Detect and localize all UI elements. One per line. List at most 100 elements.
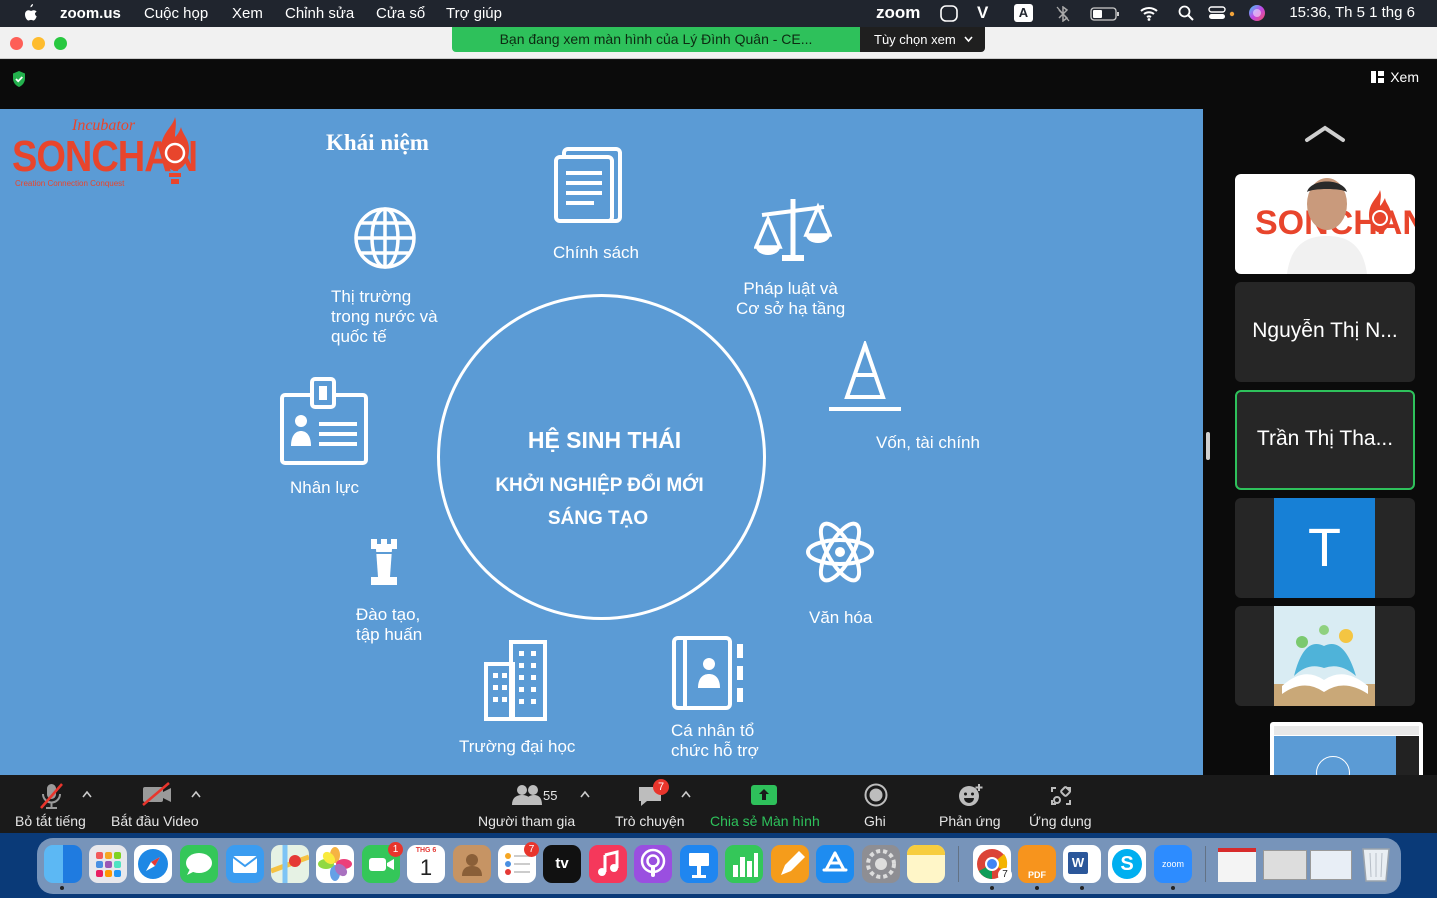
node-policy-label: Chính sách	[553, 243, 639, 262]
start-video-label: Bắt đầu Video	[111, 813, 199, 829]
share-screen-button[interactable]: Chia sẻ Màn hình	[706, 775, 822, 833]
word-icon[interactable]: W	[1063, 845, 1101, 883]
messages-icon[interactable]	[180, 845, 218, 883]
encryption-shield-icon[interactable]	[11, 70, 27, 88]
recent-window-thumbnail[interactable]	[1263, 850, 1307, 880]
calendar-day: 1	[419, 855, 433, 880]
numbers-icon[interactable]	[725, 845, 763, 883]
notes-icon[interactable]	[907, 845, 945, 883]
calendar-icon[interactable]: THG 6 1	[407, 845, 445, 883]
finder-icon[interactable]	[44, 845, 82, 883]
window-zoom-button[interactable]	[54, 37, 67, 50]
reaction-smiley-icon	[959, 784, 983, 806]
chat-unread-badge: 7	[653, 779, 669, 795]
view-button[interactable]: Xem	[1371, 69, 1419, 85]
pdf-app-icon[interactable]: PDF	[1018, 845, 1056, 883]
photos-icon[interactable]	[316, 845, 354, 883]
menu-clock[interactable]: 15:36, Th 5 1 thg 6	[1289, 4, 1415, 21]
start-video-button[interactable]: Bắt đầu Video	[108, 775, 208, 833]
apple-tv-icon[interactable]: tv	[543, 845, 581, 883]
pdf-running-dot	[1035, 886, 1039, 890]
maps-icon[interactable]	[270, 845, 310, 883]
window-minimize-button[interactable]	[32, 37, 45, 50]
node-culture-label: Văn hóa	[809, 608, 873, 627]
safari-icon[interactable]	[134, 845, 172, 883]
recent-window-thumbnail-2[interactable]	[1310, 850, 1352, 880]
trash-icon[interactable]	[1360, 843, 1392, 883]
app-store-icon[interactable]	[816, 845, 854, 883]
zoom-dock-icon[interactable]: zoom	[1154, 845, 1192, 883]
music-icon[interactable]	[589, 845, 627, 883]
menu-help[interactable]: Trợ giúp	[446, 5, 502, 22]
id-badge-icon	[280, 377, 368, 465]
facetime-badge: 1	[388, 842, 403, 857]
mail-icon[interactable]	[226, 845, 264, 883]
shared-slide[interactable]: Incubator SONCHAN Creation Connection Co…	[0, 109, 1203, 775]
meeting-toolbar: Bỏ tắt tiếng Bắt đầu Video 55 Người tham…	[0, 775, 1437, 833]
participant-name: Nguyễn Thị N...	[1252, 319, 1398, 342]
reactions-button[interactable]: Phản ứng	[936, 775, 1002, 833]
zoom-status-logo[interactable]: zoom	[876, 3, 920, 23]
ecosystem-circle	[437, 294, 766, 620]
apps-button[interactable]: Ứng dụng	[1026, 775, 1094, 833]
screen-share-status-icon[interactable]	[940, 5, 958, 22]
contacts-person-glyph	[462, 854, 482, 876]
gallery-collapse-chevron-icon[interactable]	[1304, 125, 1346, 143]
podcasts-glyph	[640, 848, 666, 877]
zoom-running-dot	[1171, 886, 1175, 890]
unmute-label: Bỏ tắt tiếng	[15, 813, 86, 829]
gallery-resize-handle[interactable]	[1206, 432, 1210, 460]
battery-icon[interactable]	[1090, 7, 1120, 21]
participants-button[interactable]: 55 Người tham gia	[476, 775, 578, 833]
bluetooth-icon[interactable]	[1056, 6, 1070, 22]
menu-meeting[interactable]: Cuộc họp	[144, 5, 208, 22]
record-button[interactable]: Ghi	[856, 775, 896, 833]
participants-label: Người tham gia	[478, 813, 576, 829]
record-label: Ghi	[864, 813, 886, 829]
word-glyph: W	[1068, 852, 1088, 874]
system-settings-icon[interactable]	[862, 845, 900, 883]
contacts-icon[interactable]	[453, 845, 491, 883]
unmute-button[interactable]: Bỏ tắt tiếng	[12, 775, 92, 833]
participant-tile-image[interactable]	[1235, 606, 1415, 706]
wifi-icon[interactable]	[1139, 5, 1159, 21]
keynote-icon[interactable]	[680, 845, 718, 883]
mac-menu-bar: zoom.us Cuộc họp Xem Chỉnh sửa Cửa sổ Tr…	[0, 0, 1437, 27]
podcasts-icon[interactable]	[634, 845, 672, 883]
menu-app-name[interactable]: zoom.us	[60, 5, 121, 22]
screen: zoom.us Cuộc họp Xem Chỉnh sửa Cửa sổ Tr…	[0, 0, 1437, 898]
skype-glyph: S	[1112, 849, 1142, 879]
launchpad-icon[interactable]	[89, 845, 127, 883]
participant-tile-tran[interactable]: Trần Thị Tha...	[1235, 390, 1415, 490]
window-close-button[interactable]	[10, 37, 23, 50]
video-options-chevron-icon[interactable]	[191, 789, 201, 799]
siri-icon[interactable]	[1248, 4, 1266, 22]
spotlight-search-icon[interactable]	[1178, 5, 1194, 21]
menu-edit[interactable]: Chỉnh sửa	[285, 5, 354, 22]
vpn-v-icon[interactable]: V	[977, 3, 988, 23]
skype-icon[interactable]: S	[1108, 845, 1146, 883]
control-center-icon[interactable]	[1208, 5, 1238, 21]
menu-window[interactable]: Cửa sổ	[376, 5, 425, 22]
participant-tile-nguyen[interactable]: Nguyễn Thị N...	[1235, 282, 1415, 382]
logo-tagline: Creation Connection Conquest	[15, 179, 125, 188]
participant-tile-t[interactable]: T	[1235, 498, 1415, 598]
center-title: HỆ SINH THÁI	[527, 427, 682, 453]
participant-video-tile[interactable]: SONCHAN	[1235, 174, 1415, 274]
pages-icon[interactable]	[771, 845, 809, 883]
chat-button[interactable]: 7 Trò chuyện	[613, 775, 687, 833]
menu-view[interactable]: Xem	[232, 5, 263, 22]
apple-icon[interactable]	[22, 4, 38, 22]
input-source-icon[interactable]: A	[1014, 4, 1033, 22]
messages-bubble-glyph	[186, 853, 212, 875]
notes-header-glyph	[907, 845, 945, 855]
center-subtitle: KHỞI NGHIỆP ĐỔI MỚI	[495, 475, 704, 496]
audio-options-chevron-icon[interactable]	[82, 789, 92, 799]
view-options-dropdown[interactable]: Tùy chọn xem	[860, 27, 985, 52]
recent-document-thumbnail[interactable]	[1218, 848, 1256, 882]
participants-chevron-icon[interactable]	[580, 789, 590, 799]
chess-rook-icon	[371, 539, 397, 585]
chat-chevron-icon[interactable]	[681, 789, 691, 799]
numbers-bars-glyph	[733, 853, 758, 877]
avatar: T	[1274, 498, 1375, 598]
